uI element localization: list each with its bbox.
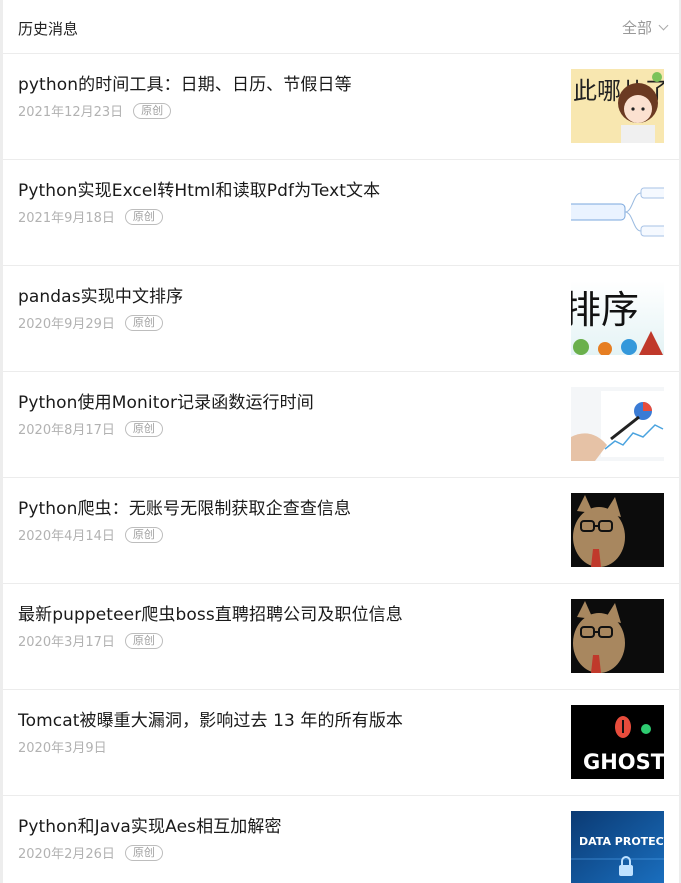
article-meta: 2020年2月26日 原创 <box>18 843 163 862</box>
article-title[interactable]: 最新puppeteer爬虫boss直聘招聘公司及职位信息 <box>18 600 403 625</box>
article-meta: 2020年3月17日 原创 <box>18 631 163 650</box>
article-title[interactable]: Python和Java实现Aes相互加解密 <box>18 812 282 837</box>
history-header: 历史消息 全部 <box>3 0 679 54</box>
original-badge: 原创 <box>133 102 172 119</box>
article-meta: 2021年12月23日 原创 <box>18 101 172 120</box>
article-date: 2020年2月26日 <box>18 847 115 862</box>
article-item[interactable]: python的时间工具：日期、日历、节假日等 2021年12月23日 原创 此哪… <box>3 54 679 160</box>
cartoon-girl-thumbnail[interactable]: 此哪儿了 <box>571 69 664 143</box>
article-item[interactable]: 最新puppeteer爬虫boss直聘招聘公司及职位信息 2020年3月17日 … <box>3 584 679 690</box>
article-meta: 2020年3月9日 <box>18 737 107 756</box>
mindmap-thumbnail[interactable] <box>571 175 664 249</box>
article-item[interactable]: Tomcat被曝重大漏洞，影响过去 13 年的所有版本 2020年3月9日 GH… <box>3 690 679 796</box>
article-meta: 2020年8月17日 原创 <box>18 419 163 438</box>
chart-pen-thumbnail[interactable] <box>571 387 664 461</box>
original-badge: 原创 <box>124 632 163 649</box>
article-date: 2020年9月29日 <box>18 317 115 332</box>
article-item[interactable]: Python和Java实现Aes相互加解密 2020年2月26日 原创 DATA… <box>3 796 679 883</box>
article-date: 2020年8月17日 <box>18 423 115 438</box>
article-title[interactable]: pandas实现中文排序 <box>18 282 183 307</box>
filter-dropdown[interactable]: 全部 <box>621 17 669 38</box>
article-item[interactable]: Python实现Excel转Html和读取Pdf为Text文本 2021年9月1… <box>3 160 679 266</box>
article-date: 2020年3月9日 <box>18 741 107 756</box>
article-date: 2021年9月18日 <box>18 211 115 226</box>
article-item[interactable]: Python爬虫：无账号无限制获取企查查信息 2020年4月14日 原创 <box>3 478 679 584</box>
page-title: 历史消息 <box>18 20 79 38</box>
article-item[interactable]: pandas实现中文排序 2020年9月29日 原创 排序 <box>3 266 679 372</box>
cat-glasses-thumbnail[interactable] <box>571 493 664 567</box>
original-badge: 原创 <box>124 420 163 437</box>
article-title[interactable]: Python实现Excel转Html和读取Pdf为Text文本 <box>18 176 380 201</box>
filter-label: 全部 <box>621 19 652 37</box>
original-badge: 原创 <box>124 526 163 543</box>
article-meta: 2020年9月29日 原创 <box>18 313 163 332</box>
article-meta: 2020年4月14日 原创 <box>18 525 163 544</box>
article-title[interactable]: Python使用Monitor记录函数运行时间 <box>18 388 314 413</box>
article-title[interactable]: Tomcat被曝重大漏洞，影响过去 13 年的所有版本 <box>18 706 403 731</box>
data-protection-thumbnail[interactable]: DATA PROTECTION <box>571 811 664 883</box>
article-title[interactable]: Python爬虫：无账号无限制获取企查查信息 <box>18 494 351 519</box>
thumbnail-text: DATA PROTECTION <box>579 835 664 848</box>
original-badge: 原创 <box>124 314 163 331</box>
article-date: 2021年12月23日 <box>18 105 124 120</box>
original-badge: 原创 <box>124 208 163 225</box>
original-badge: 原创 <box>124 844 163 861</box>
article-date: 2020年4月14日 <box>18 529 115 544</box>
chevron-down-icon <box>658 20 669 31</box>
article-item[interactable]: Python使用Monitor记录函数运行时间 2020年8月17日 原创 <box>3 372 679 478</box>
article-meta: 2021年9月18日 原创 <box>18 207 163 226</box>
history-panel: 历史消息 全部 python的时间工具：日期、日历、节假日等 2021年12月2… <box>3 0 679 883</box>
ghostcat-thumbnail[interactable]: GHOSTC <box>571 705 664 779</box>
article-title[interactable]: python的时间工具：日期、日历、节假日等 <box>18 70 352 95</box>
thumbnail-text: GHOSTC <box>583 750 664 774</box>
article-date: 2020年3月17日 <box>18 635 115 650</box>
sorting-calligraphy-thumbnail[interactable]: 排序 <box>571 281 664 355</box>
thumbnail-text: 排序 <box>571 288 639 332</box>
cat-glasses-thumbnail[interactable] <box>571 599 664 673</box>
